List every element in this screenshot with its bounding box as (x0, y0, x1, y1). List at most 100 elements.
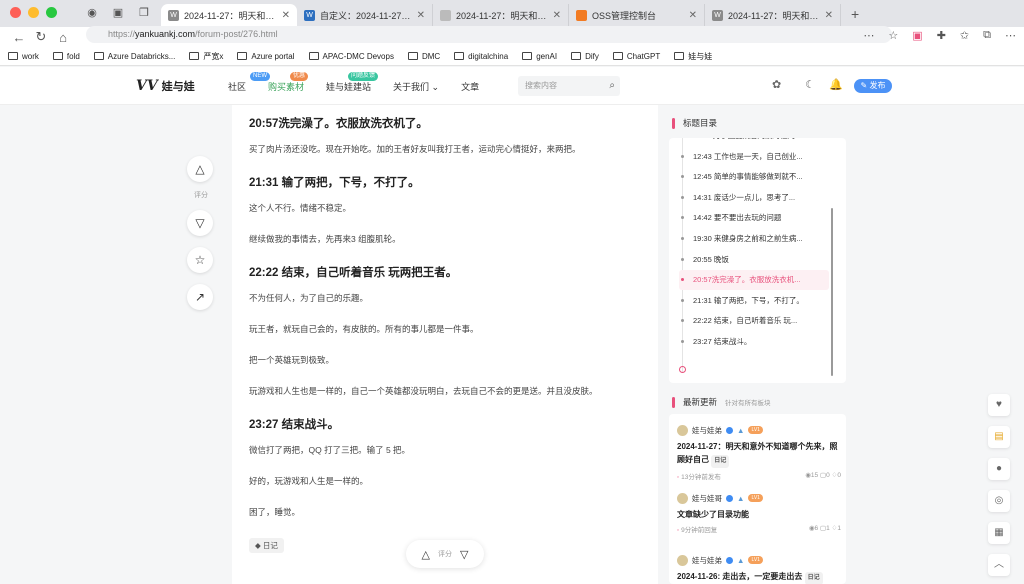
wechat-icon[interactable]: ◎ (988, 490, 1010, 512)
bookmark-item[interactable]: APAC-DMC Devops (308, 52, 394, 61)
address-bar-row: ← ↻ ⌂ https://yankuankj.com/forum-post/2… (0, 26, 1024, 47)
collections-icon[interactable]: ⧉ (983, 29, 991, 42)
paragraph: 玩游戏和人生也是一样的，自己一个英雄都没玩明白，去玩自己不会的更是送。并且没皮肤… (249, 386, 598, 396)
bookmark-label: Dify (585, 51, 599, 61)
toc-item[interactable]: 19:30 来健身房之前和之前生病... (679, 229, 829, 249)
nav-item[interactable]: 关于我们 ⌄ (393, 80, 439, 93)
browser-tab-3[interactable]: 2024-11-27：明天和意外不知道哪 ✕ (433, 4, 569, 27)
toc-item[interactable]: 21:31 输了两把，下号，不打了。 (679, 291, 829, 311)
toc-item-label: 14:42 要不要出去玩的问题 (693, 213, 782, 223)
downvote-button[interactable]: ▽ (187, 210, 213, 236)
browser-tab-1[interactable]: W 2024-11-27：明天和意外不知道 ✕ (161, 4, 297, 27)
search-input[interactable]: 搜索内容 ⌕ (518, 76, 620, 96)
bookmark-item[interactable]: genAI (522, 52, 557, 61)
favorite-star-button[interactable]: ☆ (187, 247, 213, 273)
back-to-top-icon[interactable]: ︿ (988, 554, 1010, 576)
close-tab-icon[interactable]: ✕ (417, 10, 425, 21)
avatar[interactable] (677, 492, 688, 504)
nav-item[interactable]: 娃与娃建站 问题反馈 (326, 72, 379, 93)
favorite-star-icon[interactable]: ☆ (888, 29, 898, 42)
nav-item[interactable]: 购买素材 优惠 (268, 72, 309, 93)
extension-icon[interactable]: ▣ (912, 29, 922, 42)
close-window-button[interactable] (10, 7, 21, 18)
browser-tab-5[interactable]: W 2024-11-27：明天和意外不知道哪 ✕ (705, 4, 841, 27)
site-logo[interactable]: VV 娃与娃 (136, 78, 195, 94)
extensions-puzzle-icon[interactable]: ✚ (937, 29, 946, 42)
bookmark-item[interactable]: 严宽x (189, 51, 223, 62)
toc-scrollbar[interactable] (831, 208, 833, 376)
toc-item[interactable]: 22:22 结束，自己听着音乐 玩... (679, 311, 829, 331)
browser-tab-2[interactable]: W 自定义：2024-11-27：明天和意外 ✕ (297, 4, 433, 27)
bookmark-item[interactable]: fold (52, 52, 80, 61)
bookmark-item[interactable]: Azure portal (237, 52, 295, 61)
bell-icon[interactable]: 🔔 (829, 78, 843, 91)
share-button[interactable]: ↗ (187, 284, 213, 310)
reload-icon[interactable]: ↻ (30, 29, 52, 45)
nav-item[interactable]: 文章 (461, 80, 479, 93)
close-tab-icon[interactable]: ✕ (553, 10, 561, 21)
qrcode-icon[interactable]: ▦ (988, 522, 1010, 544)
search-icon[interactable]: ⌕ (609, 76, 615, 96)
post-title[interactable]: 2024-11-27：明天和意外不知道哪个先来，照顾好自己 (677, 442, 837, 464)
back-icon[interactable]: ← (8, 30, 30, 45)
post-title[interactable]: 2024-11-26: 走出去，一定要走出去 (677, 572, 802, 581)
toc-item[interactable]: 20:57洗完澡了。衣服放洗衣机... (679, 270, 829, 291)
dark-mode-icon[interactable]: ☾ (805, 78, 815, 91)
downvote-icon[interactable]: ▽ (460, 548, 468, 561)
toc-item[interactable]: 12:43 工作也是一天，自己创业... (679, 147, 829, 167)
latest-post[interactable]: 娃与娃弟 ▲ LV1 2024-11-26: 走出去，一定要走出去 日记 (677, 554, 841, 584)
post-title[interactable]: 文章缺少了目录功能 (677, 510, 749, 519)
url-field[interactable]: https://yankuankj.com/forum-post/276.htm… (86, 26, 892, 43)
nav-badge: 优惠 (290, 72, 309, 81)
heart-icon[interactable]: ♥ (988, 394, 1010, 416)
comments-count: 1 (826, 525, 830, 532)
user-avatar-icon[interactable]: ✿ (772, 78, 781, 91)
chat-icon[interactable]: ▤ (988, 426, 1010, 448)
avatar[interactable] (677, 424, 688, 436)
toc-item[interactable]: 11:11 为了回复消息的及时性的... (679, 138, 829, 146)
publish-button[interactable]: ✎ 发布 (854, 79, 892, 93)
minimize-window-button[interactable] (28, 7, 39, 18)
latest-post[interactable]: 娃与娃哥 ▲ LV1 文章缺少了目录功能 ◦ 9分钟前回复 ◉6 ▢1 ♢1 (677, 492, 841, 534)
new-tab-button[interactable]: + (841, 6, 869, 27)
bookmark-item[interactable]: digitalchina (454, 52, 508, 61)
toc-item[interactable]: 12:45 简单的事情能够做到就不... (679, 167, 829, 187)
avatar[interactable] (677, 554, 688, 566)
post-author[interactable]: 娃与娃弟 (692, 555, 722, 566)
upvote-icon[interactable]: △ (422, 548, 430, 561)
workspaces-icon[interactable]: ▣ (107, 5, 129, 21)
article-tag[interactable]: ◆ 日记 (249, 538, 284, 553)
bookmark-item[interactable]: 娃与娃 (674, 51, 712, 62)
browser-menu-icon[interactable]: ⋯ (1005, 29, 1016, 42)
close-tab-icon[interactable]: ✕ (825, 10, 833, 21)
window-controls (0, 7, 67, 27)
bookmark-item[interactable]: ChatGPT (612, 52, 660, 61)
nav-item[interactable]: 社区 NEW (228, 72, 270, 93)
toc-item[interactable]: 20:55 晚饭 (679, 250, 829, 270)
upvote-button[interactable]: △ (187, 156, 213, 182)
bookmark-item[interactable]: DMC (407, 52, 440, 61)
close-tab-icon[interactable]: ✕ (689, 10, 697, 21)
post-author[interactable]: 娃与娃哥 (692, 493, 722, 504)
toc-item[interactable]: 14:42 要不要出去玩的问题 (679, 208, 829, 228)
close-tab-icon[interactable]: ✕ (282, 10, 290, 21)
post-tag[interactable]: 日记 (804, 572, 823, 584)
latest-post[interactable]: 娃与娃弟 ▲ LV1 2024-11-27：明天和意外不知道哪个先来，照顾好自己 日记… (677, 424, 841, 481)
qq-icon[interactable]: ● (988, 458, 1010, 480)
browser-tab-4[interactable]: OSS管理控制台 ✕ (569, 4, 705, 27)
maximize-window-button[interactable] (46, 7, 57, 18)
favorites-icon[interactable]: ✩ (960, 29, 969, 42)
post-tag[interactable]: 日记 (711, 455, 730, 468)
toc-item[interactable]: 14:31 废话少一点儿，思考了... (679, 188, 829, 208)
more-icon[interactable]: ⋯ (863, 29, 874, 42)
toc-end-marker (679, 366, 686, 373)
profile-icon[interactable]: ◉ (81, 5, 103, 21)
nav-item-label: 文章 (461, 82, 480, 92)
tab-actions-icon[interactable]: ❐ (133, 5, 155, 21)
post-author[interactable]: 娃与娃弟 (692, 425, 722, 436)
bookmark-item[interactable]: Dify (571, 52, 599, 61)
home-icon[interactable]: ⌂ (52, 30, 74, 45)
bookmark-item[interactable]: work (8, 52, 39, 61)
bookmark-item[interactable]: Azure Databricks... (93, 52, 175, 61)
toc-item[interactable]: 23:27 结束战斗。 (679, 332, 829, 352)
